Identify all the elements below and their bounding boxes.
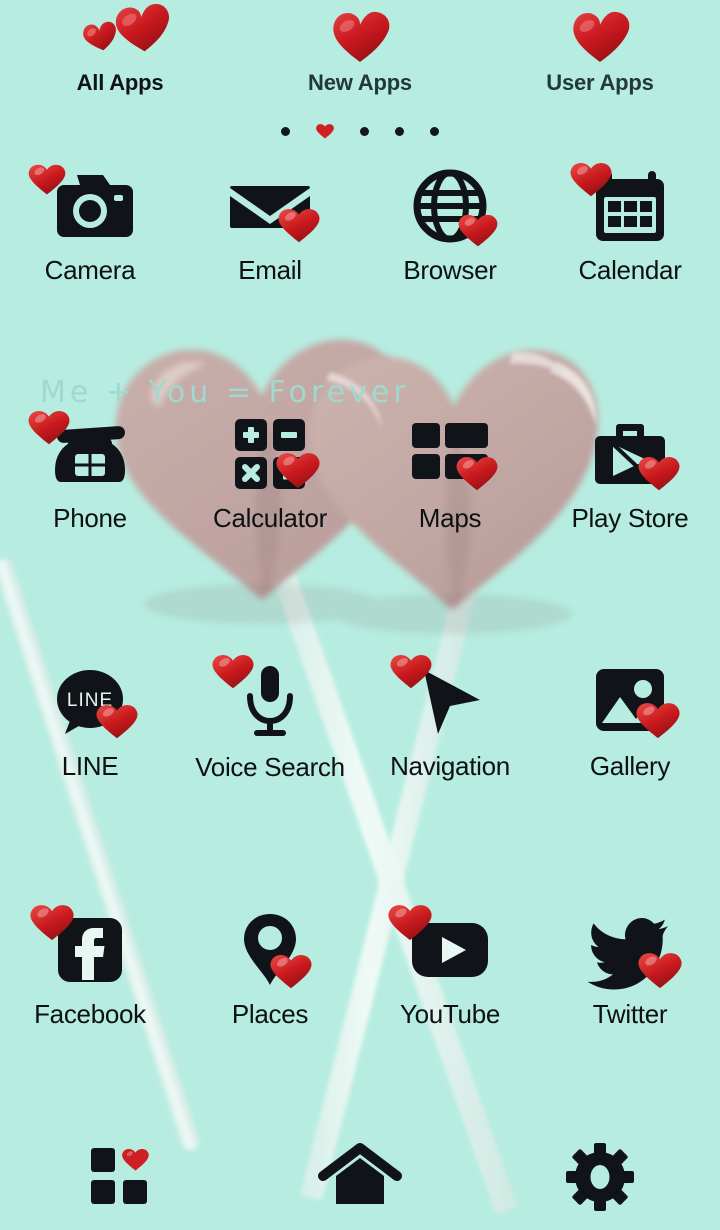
heart-decor-icon bbox=[28, 162, 66, 196]
heart-decor-icon bbox=[638, 950, 682, 990]
tab-user-apps[interactable]: User Apps bbox=[480, 0, 720, 118]
wallpaper-text: Me + You = Forever bbox=[40, 375, 410, 410]
heart-decor-icon bbox=[388, 902, 432, 942]
app-icon-gallery[interactable]: Gallery bbox=[540, 656, 720, 780]
page-dot[interactable] bbox=[430, 126, 439, 136]
app-label: Email bbox=[238, 255, 302, 285]
tab-new-apps[interactable]: New Apps bbox=[240, 0, 480, 118]
app-icon-places[interactable]: Places bbox=[180, 904, 360, 1028]
heart-decor-icon bbox=[212, 652, 254, 690]
app-label: Camera bbox=[44, 255, 136, 285]
tab-bar: All Apps New Apps User Apps bbox=[0, 0, 720, 118]
app-icon-twitter[interactable]: Twitter bbox=[540, 904, 720, 1028]
heart-decor-icon bbox=[636, 700, 680, 740]
app-icon-email[interactable]: Email bbox=[180, 160, 360, 284]
app-icon-calculator[interactable]: Calculator bbox=[180, 408, 360, 532]
gear-icon bbox=[566, 1143, 634, 1211]
app-icon-calendar[interactable]: Calendar bbox=[540, 160, 720, 284]
app-label: Gallery bbox=[589, 751, 671, 781]
heart-decor-icon bbox=[570, 160, 612, 198]
apps-grid-heart-icon bbox=[89, 1146, 151, 1208]
heart-decor-icon bbox=[456, 454, 498, 492]
page-dot[interactable] bbox=[281, 126, 290, 136]
app-label: YouTube bbox=[399, 999, 501, 1029]
app-icon-navigation[interactable]: Navigation bbox=[360, 655, 540, 781]
page-dot[interactable] bbox=[360, 126, 369, 136]
app-label: Calculator bbox=[212, 503, 328, 533]
heart-decor-icon bbox=[390, 652, 432, 690]
tab-all-apps[interactable]: All Apps bbox=[0, 0, 240, 118]
app-label: Maps bbox=[418, 503, 482, 533]
app-icon-youtube[interactable]: YouTube bbox=[360, 904, 540, 1028]
app-icon-browser[interactable]: Browser bbox=[360, 160, 540, 284]
app-label: Browser bbox=[403, 255, 497, 285]
heart-decor-icon bbox=[30, 902, 74, 942]
app-icon-voice-search[interactable]: Voice Search bbox=[180, 655, 360, 782]
home-screen: Me + You = Forever All Apps New Apps Use… bbox=[0, 0, 720, 1230]
app-icon-play-store[interactable]: Play Store bbox=[540, 408, 720, 532]
app-icon-facebook[interactable]: Facebook bbox=[0, 904, 180, 1028]
heart-decor-icon bbox=[276, 450, 320, 490]
app-icon-camera[interactable]: Camera bbox=[0, 160, 180, 284]
page-dot[interactable] bbox=[395, 126, 404, 136]
tab-label: New Apps bbox=[308, 70, 412, 95]
app-label: Navigation bbox=[390, 751, 510, 781]
app-label: Calendar bbox=[578, 255, 682, 285]
home-icon bbox=[318, 1143, 402, 1208]
tab-label: All Apps bbox=[76, 70, 164, 95]
heart-decor-icon bbox=[270, 952, 312, 990]
heart-decor-icon bbox=[278, 206, 320, 244]
heart-icon bbox=[240, 0, 480, 72]
heart-decor-icon bbox=[96, 702, 138, 740]
app-label: Play Store bbox=[571, 503, 689, 533]
app-label: Voice Search bbox=[195, 752, 345, 782]
double-heart-icon bbox=[0, 0, 240, 72]
dock-home-button[interactable] bbox=[280, 1142, 440, 1212]
heart-decor-icon bbox=[638, 454, 680, 492]
app-label: Twitter bbox=[592, 999, 668, 1029]
app-label: LINE bbox=[61, 751, 119, 781]
heart-decor-icon bbox=[28, 408, 70, 446]
app-icon-phone[interactable]: Phone bbox=[0, 408, 180, 532]
dock bbox=[0, 1120, 720, 1230]
tab-label: User Apps bbox=[546, 70, 654, 95]
app-label: Facebook bbox=[34, 999, 146, 1029]
dock-settings-button[interactable] bbox=[520, 1142, 680, 1212]
heart-icon bbox=[480, 0, 720, 72]
heart-decor-icon bbox=[458, 212, 498, 248]
app-label: Places bbox=[231, 999, 309, 1029]
page-indicator[interactable] bbox=[0, 120, 720, 142]
dock-all-apps-button[interactable] bbox=[40, 1142, 200, 1212]
app-label: Phone bbox=[53, 503, 127, 533]
app-icon-line[interactable]: LINE LINE bbox=[0, 656, 180, 780]
app-icon-maps[interactable]: Maps bbox=[360, 408, 540, 532]
page-dot-active-heart[interactable] bbox=[316, 122, 334, 140]
